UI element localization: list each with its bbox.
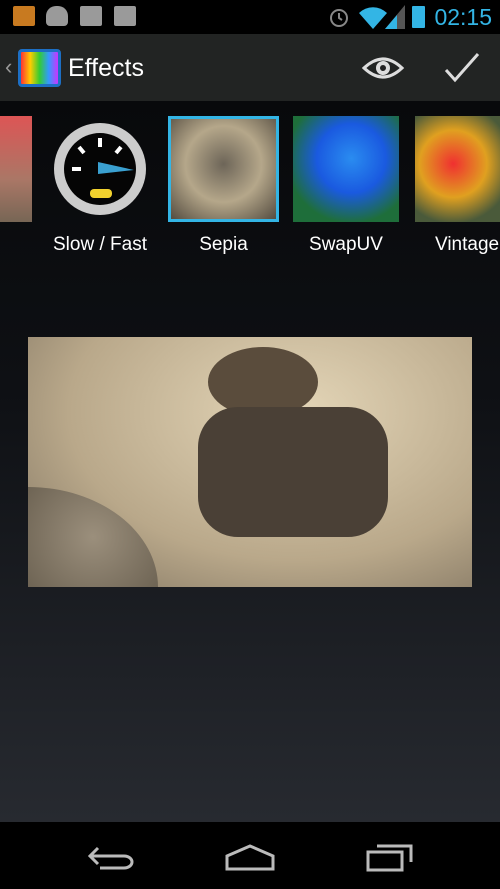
action-bar: ‹ Effects bbox=[0, 34, 500, 101]
effect-label: Slow / Fast bbox=[53, 234, 147, 255]
speedometer-icon bbox=[54, 123, 146, 215]
home-icon[interactable] bbox=[224, 842, 276, 872]
main-content: Slow / Fast Sepia SwapUV Vintage bbox=[0, 101, 500, 822]
effect-thumb-partial[interactable] bbox=[0, 116, 32, 222]
checkmark-icon[interactable] bbox=[440, 46, 484, 90]
effect-label: Sepia bbox=[199, 234, 248, 255]
up-caret-icon[interactable]: ‹ bbox=[5, 54, 12, 80]
effect-label: Vintage bbox=[435, 234, 500, 255]
recent-apps-icon[interactable] bbox=[365, 840, 415, 872]
effect-thumb-vintage[interactable] bbox=[415, 116, 500, 222]
email-icon bbox=[13, 6, 35, 26]
effect-label: SwapUV bbox=[309, 234, 383, 255]
task-icon bbox=[80, 6, 102, 26]
back-icon[interactable] bbox=[86, 842, 136, 872]
signal-icon bbox=[385, 5, 405, 29]
eye-icon[interactable] bbox=[361, 46, 405, 90]
status-bar: 02:15 bbox=[0, 0, 500, 34]
navigation-bar bbox=[0, 822, 500, 889]
battery-charging-icon bbox=[412, 6, 425, 28]
wifi-icon bbox=[359, 7, 387, 29]
play-store-icon bbox=[114, 6, 136, 26]
effect-thumb-sepia[interactable] bbox=[168, 116, 279, 222]
video-preview[interactable] bbox=[28, 337, 472, 587]
clock: 02:15 bbox=[434, 4, 492, 30]
app-logo[interactable] bbox=[18, 49, 61, 87]
page-title: Effects bbox=[68, 54, 144, 82]
alarm-icon bbox=[330, 9, 348, 27]
android-icon bbox=[46, 6, 68, 26]
effect-thumb-slow-fast[interactable] bbox=[52, 116, 148, 222]
effect-thumb-swapuv[interactable] bbox=[293, 116, 399, 222]
